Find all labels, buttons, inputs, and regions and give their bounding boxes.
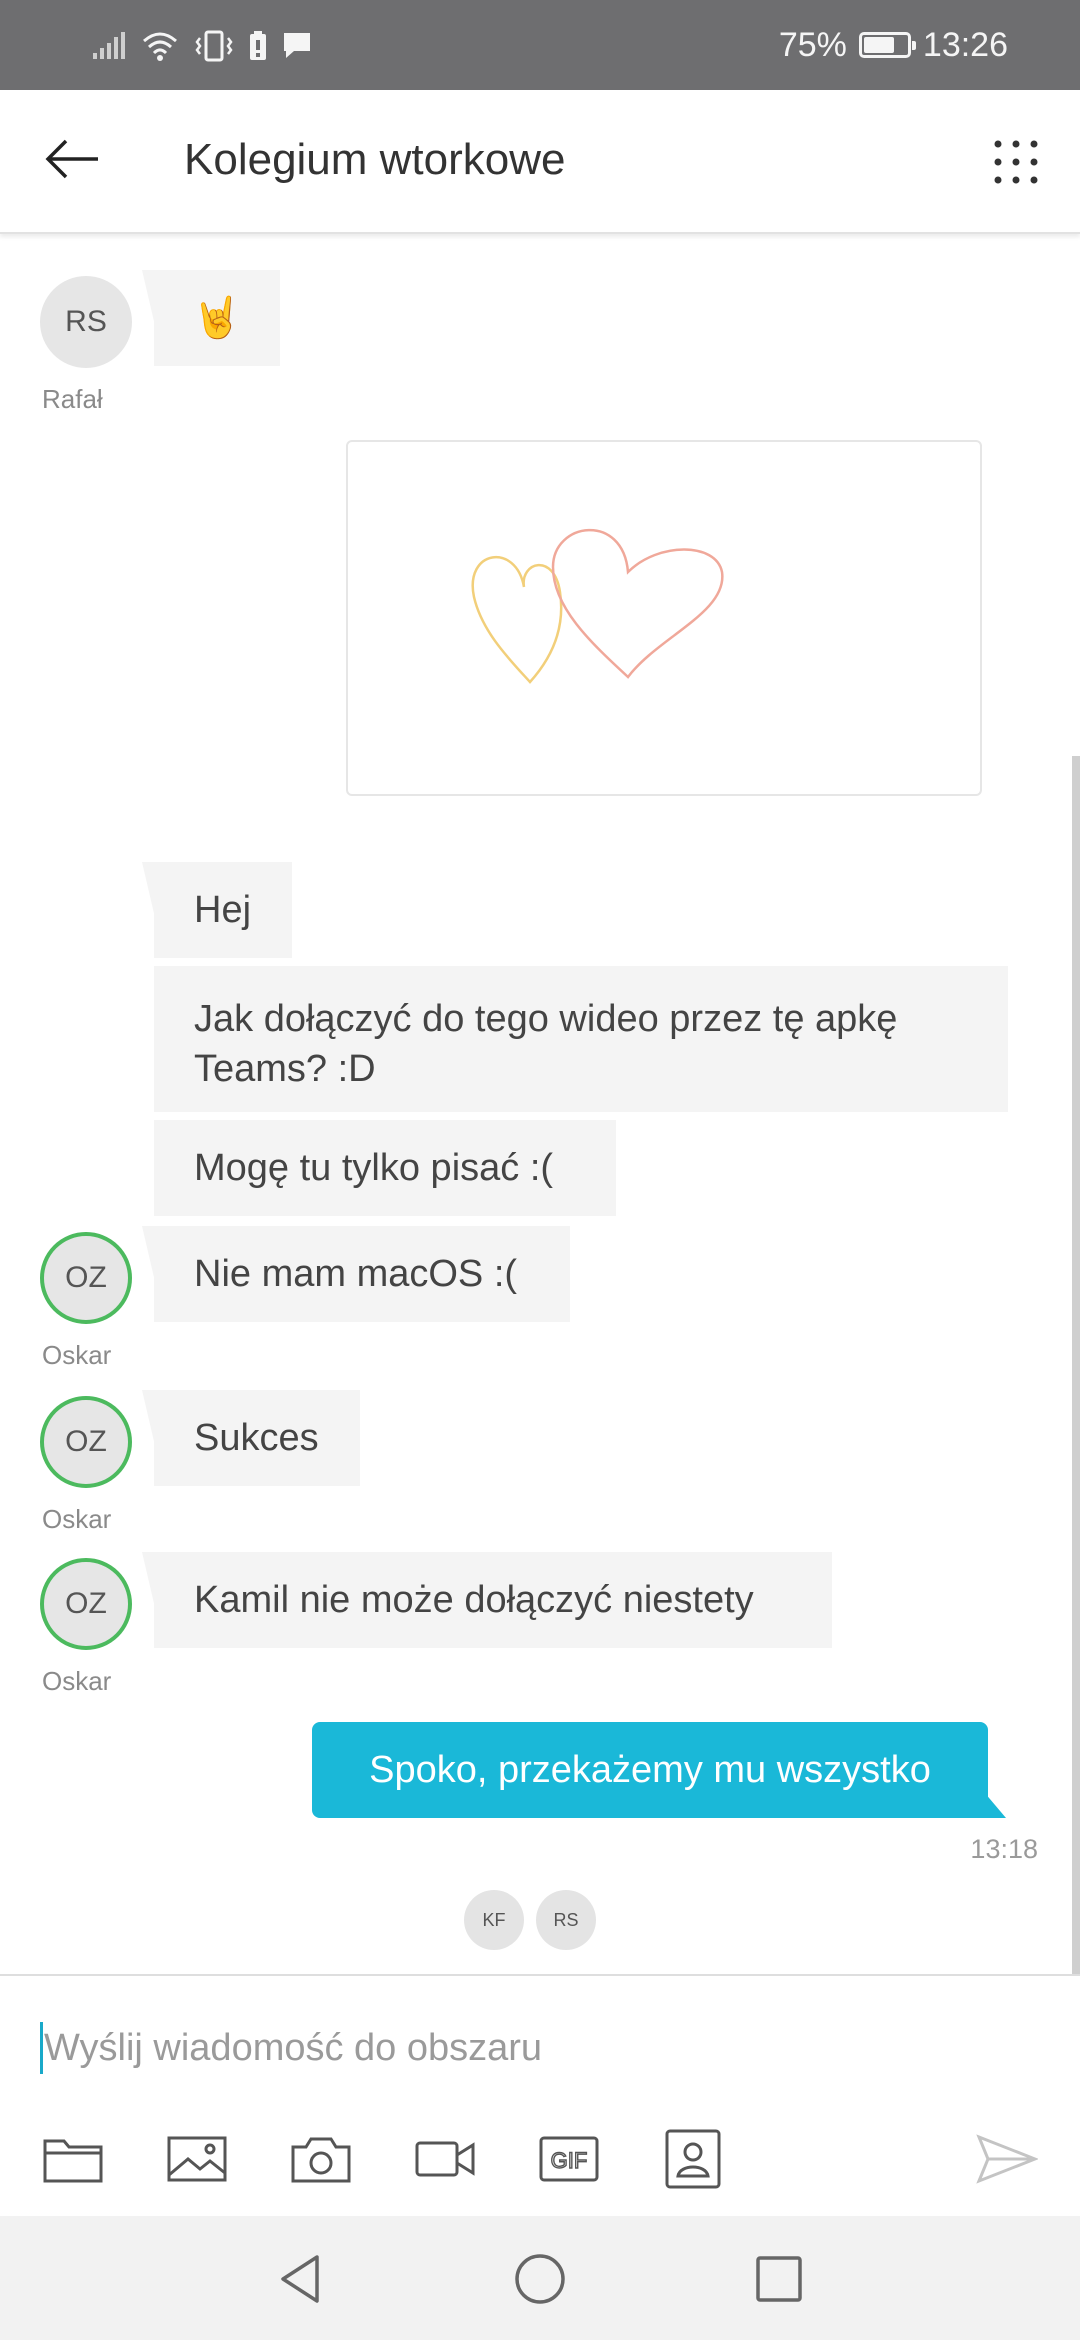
arrow-left-icon (45, 139, 98, 179)
avatar[interactable]: OZ (40, 1558, 132, 1650)
wifi-icon (143, 32, 177, 61)
clock: 13:26 (922, 25, 1008, 64)
folder-icon (43, 2139, 103, 2183)
camera-icon (291, 2137, 351, 2183)
read-receipt-avatar[interactable]: KF (464, 1890, 524, 1950)
gif-icon: GIF (539, 2136, 599, 2182)
video-button[interactable] (412, 2126, 478, 2192)
bubble-tail (142, 270, 156, 330)
more-options-button[interactable] (988, 134, 1044, 190)
status-bar: 75% 13:26 (0, 0, 1080, 90)
contact-icon (665, 2129, 721, 2189)
sender-name: Oskar (42, 1340, 112, 1370)
vibrate-icon (195, 30, 233, 62)
camera-button[interactable] (288, 2126, 354, 2192)
message-text: Jak dołączyć do tego wideo przez tę apkę… (194, 998, 898, 1090)
sender-name: Rafał (42, 384, 103, 414)
message-text: Sukces (194, 1417, 319, 1459)
bubble-tail (142, 1226, 156, 1286)
back-button[interactable] (40, 126, 106, 192)
message-text: Mogę tu tylko pisać :( (194, 1147, 554, 1189)
message-bubble[interactable]: Nie mam macOS :( (142, 1226, 570, 1322)
message-text: Nie mam macOS :( (194, 1253, 518, 1295)
send-icon (976, 2134, 1038, 2184)
message-text: 🤘 (192, 296, 242, 340)
nav-home-button[interactable] (505, 2244, 575, 2314)
message-bubble[interactable]: Hej (142, 862, 292, 958)
nav-recents-button[interactable] (744, 2244, 814, 2314)
bubble-tail (984, 1792, 1006, 1818)
circle-home-icon (515, 2254, 565, 2304)
sender-name: Oskar (42, 1666, 112, 1696)
contact-button[interactable] (660, 2126, 726, 2192)
attach-file-button[interactable] (40, 2126, 106, 2192)
battery-icon (858, 32, 916, 58)
video-icon (415, 2141, 475, 2177)
compose-toolbar: GIF (40, 2126, 1040, 2196)
message-bubble[interactable]: 🤘 (142, 270, 280, 366)
app-header: Kolegium wtorkowe (0, 90, 1080, 234)
avatar[interactable]: RS (40, 276, 132, 368)
text-caret (40, 2022, 43, 2074)
dots-grid-icon (994, 140, 1038, 184)
bubble-tail (142, 862, 156, 922)
message-notification-icon (284, 33, 310, 58)
sender-name: Oskar (42, 1504, 112, 1534)
square-recents-icon (756, 2256, 802, 2302)
image-attachment[interactable] (346, 440, 982, 796)
message-timestamp: 13:18 (970, 1834, 1038, 1864)
message-bubble[interactable]: Jak dołączyć do tego wideo przez tę apkę… (154, 966, 1008, 1112)
message-input[interactable] (44, 2018, 1004, 2078)
avatar[interactable]: OZ (40, 1396, 132, 1488)
bubble-tail (142, 1552, 156, 1612)
message-bubble[interactable]: Kamil nie może dołączyć niestety (142, 1552, 832, 1648)
battery-saver-icon (250, 31, 266, 60)
compose-area: GIF (0, 1974, 1080, 2218)
send-button[interactable] (974, 2126, 1040, 2192)
read-receipt-avatar[interactable]: RS (536, 1890, 596, 1950)
avatar[interactable]: OZ (40, 1232, 132, 1324)
system-navigation-bar (0, 2216, 1080, 2340)
message-text: Kamil nie może dołączyć niestety (194, 1579, 754, 1621)
attach-image-button[interactable] (164, 2126, 230, 2192)
page-title: Kolegium wtorkowe (184, 135, 566, 184)
signal-icon (93, 32, 125, 59)
battery-fill (863, 37, 895, 53)
screen: 75% 13:26 Kolegium wtorkowe RS Rafał 🤘 H… (0, 0, 1080, 2340)
svg-text:GIF: GIF (551, 2148, 588, 2173)
status-icons (92, 24, 312, 68)
message-bubble[interactable]: Sukces (142, 1390, 360, 1486)
scrollbar[interactable] (1072, 756, 1080, 1974)
triangle-back-icon (281, 2255, 319, 2303)
image-icon (167, 2136, 227, 2182)
my-message-bubble[interactable]: Spoko, przekażemy mu wszystko (312, 1722, 1006, 1818)
message-bubble[interactable]: Mogę tu tylko pisać :( (154, 1120, 616, 1216)
bubble-tail (142, 1390, 156, 1450)
compose-row (40, 2018, 1020, 2078)
hearts-drawing (471, 528, 724, 684)
gif-button[interactable]: GIF (536, 2126, 602, 2192)
read-receipts[interactable]: KF RS (464, 1890, 596, 1950)
status-right: 75% 13:26 (779, 20, 1008, 70)
nav-back-button[interactable] (266, 2244, 336, 2314)
message-text: Hej (194, 889, 252, 931)
message-text: Spoko, przekażemy mu wszystko (369, 1748, 931, 1791)
battery-percent: 75% (778, 25, 847, 64)
